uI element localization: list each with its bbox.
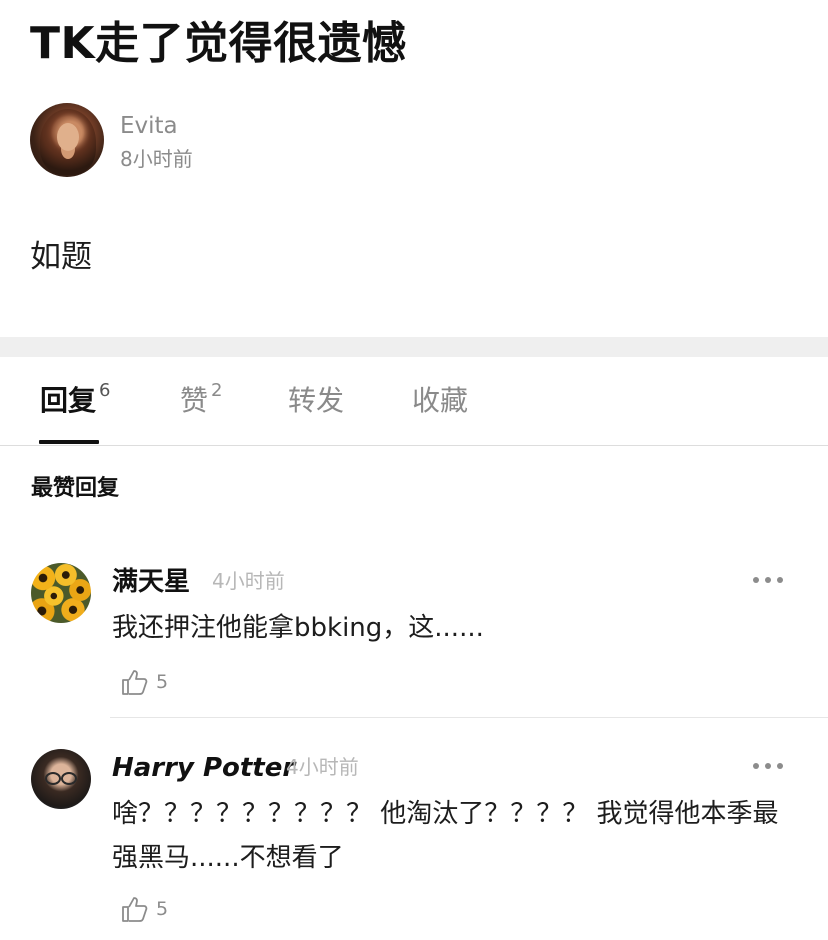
tab-replies-label: 回复 — [40, 384, 97, 417]
like-count: 5 — [156, 671, 169, 693]
more-options-icon[interactable] — [752, 572, 784, 588]
author-name[interactable]: Evita — [120, 111, 178, 141]
section-divider — [0, 337, 828, 357]
reply-timestamp: 4小时前 — [286, 755, 359, 779]
thumbs-up-icon — [122, 670, 148, 695]
tab-replies-count: 6 — [99, 380, 111, 401]
tab-bar: 回复 6 赞2 转发 收藏 — [0, 357, 828, 446]
tab-reposts-label: 转发 — [288, 384, 345, 417]
tab-reposts[interactable]: 转发 — [288, 379, 344, 423]
tab-likes-count: 2 — [211, 380, 223, 401]
post-timestamp: 8小时前 — [120, 147, 193, 171]
tab-likes[interactable]: 赞2 — [180, 379, 222, 423]
tab-replies[interactable]: 回复 6 — [40, 379, 110, 423]
reply-timestamp: 4小时前 — [212, 569, 285, 593]
more-options-icon[interactable] — [752, 758, 784, 774]
reply-author-name[interactable]: 满天星 — [112, 564, 190, 600]
tab-favorites[interactable]: 收藏 — [412, 379, 468, 423]
post-body: 如题 — [30, 239, 92, 275]
thumbs-up-icon — [122, 897, 148, 922]
top-replies-heading: 最赞回复 — [31, 476, 120, 501]
avatar-face-shape — [57, 123, 79, 151]
reply-author-name[interactable]: Harry Potter — [112, 750, 295, 786]
active-tab-indicator — [39, 440, 99, 444]
tab-likes-label: 赞 — [180, 384, 209, 417]
reply-text: 我还押注他能拿bbking，这...... — [112, 613, 484, 643]
reply-divider — [110, 717, 828, 718]
harry-potter-avatar[interactable] — [31, 749, 91, 809]
post-title: TK走了觉得很遗憾 — [30, 18, 407, 69]
glasses-shape — [45, 772, 77, 785]
reply-text: 啥？？？？？？？？？ 他淘汰了？？？？ 我觉得他本季最强黑马......不想看了 — [112, 799, 779, 873]
like-count: 5 — [156, 898, 169, 920]
author-avatar[interactable] — [30, 103, 104, 177]
flower-avatar[interactable] — [31, 563, 91, 623]
tab-favorites-label: 收藏 — [412, 384, 469, 417]
